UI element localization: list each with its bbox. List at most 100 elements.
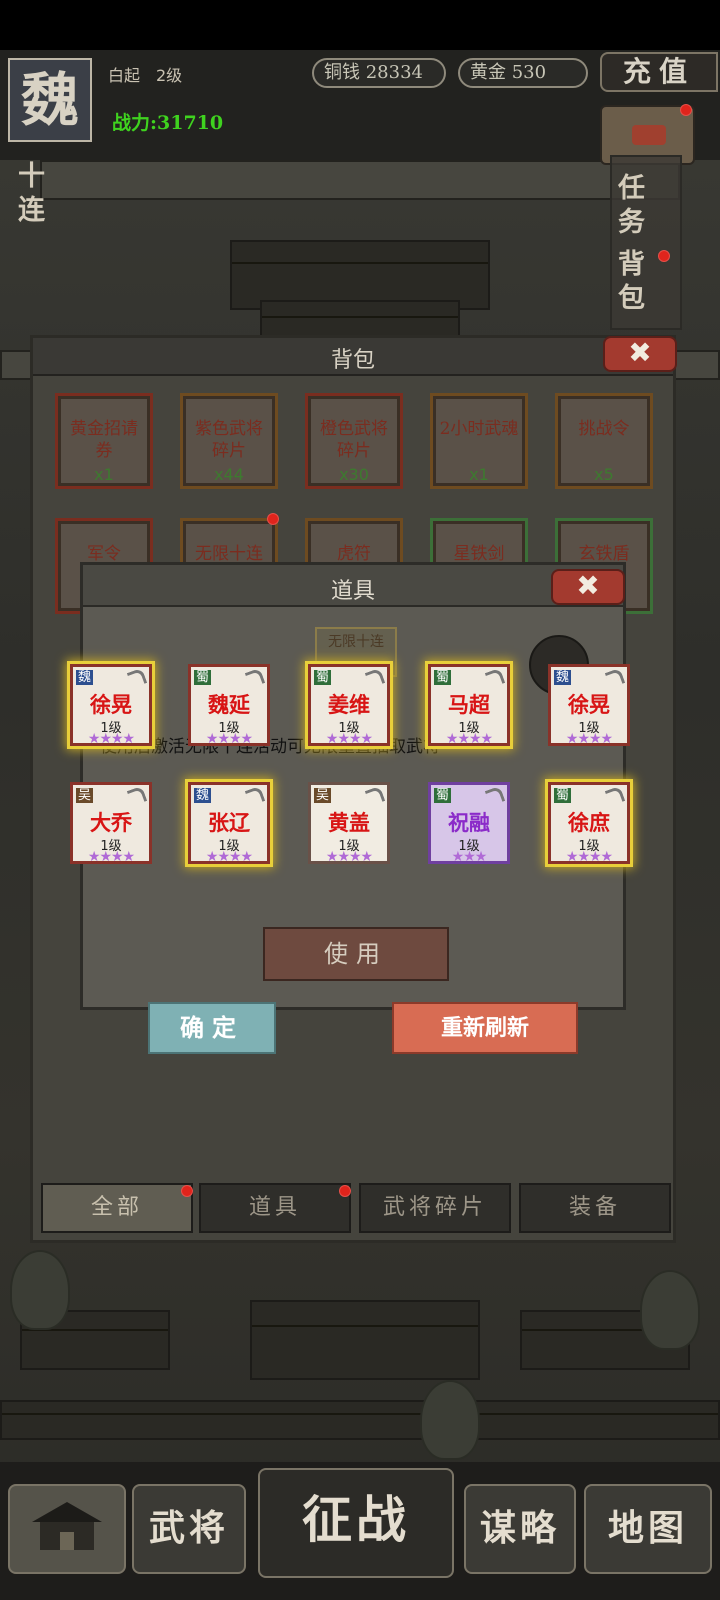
kingdom-badge[interactable]: 魏 bbox=[8, 58, 92, 142]
weapon-icon bbox=[604, 667, 626, 689]
weapon-icon bbox=[364, 785, 386, 807]
tab-equipment[interactable]: 装备 bbox=[519, 1183, 671, 1233]
star-rating: ★★★★ bbox=[325, 731, 373, 747]
tab-items[interactable]: 道具 bbox=[199, 1183, 351, 1233]
item-popup-close-button[interactable]: ✖ bbox=[551, 569, 625, 605]
notification-dot bbox=[658, 250, 670, 262]
item-count: x1 bbox=[94, 465, 114, 484]
nav-campaign-button[interactable]: 征战 bbox=[258, 1468, 454, 1578]
kingdom-tag: 蜀 bbox=[434, 670, 452, 685]
backpack-tabs: 全部 道具 武将碎片 装备 bbox=[41, 1183, 671, 1233]
general-card[interactable]: 吴大乔 1级 ★★★★ bbox=[70, 782, 152, 865]
kingdom-tag: 蜀 bbox=[314, 670, 332, 685]
notification-dot bbox=[680, 104, 692, 116]
combat-power: 战力:31710 bbox=[112, 112, 224, 134]
general-name: 徐晃 bbox=[568, 692, 610, 717]
nav-generals-button[interactable]: 武将 bbox=[132, 1484, 246, 1574]
star-rating: ★★★★ bbox=[565, 731, 613, 747]
status-bar bbox=[0, 0, 720, 50]
general-name: 张辽 bbox=[208, 810, 250, 835]
weapon-icon bbox=[484, 667, 506, 689]
star-rating: ★★★★ bbox=[325, 849, 373, 865]
weapon-icon bbox=[244, 667, 266, 689]
ten-pull-button[interactable]: 十连 bbox=[18, 160, 48, 228]
kingdom-tag: 魏 bbox=[194, 788, 212, 803]
notification-dot bbox=[181, 1185, 193, 1197]
item-popup-titlebar: 道具 bbox=[83, 565, 623, 607]
general-name: 祝融 bbox=[448, 810, 490, 835]
item-count: x44 bbox=[214, 465, 244, 484]
item-slot[interactable]: 黄金招请券 x1 bbox=[55, 393, 153, 489]
backpack-button[interactable]: 背包 bbox=[618, 248, 648, 316]
item-name: 黄金招请券 bbox=[70, 419, 138, 461]
nav-map-button[interactable]: 地图 bbox=[584, 1484, 712, 1574]
item-slot[interactable]: 紫色武将碎片 x44 bbox=[180, 393, 278, 489]
general-name: 魏延 bbox=[208, 692, 250, 717]
kingdom-tag: 吴 bbox=[76, 788, 94, 803]
backpack-titlebar: 背包 bbox=[33, 338, 673, 376]
tab-general-shards[interactable]: 武将碎片 bbox=[359, 1183, 511, 1233]
general-card[interactable]: 蜀祝融 1级 ★★★ bbox=[428, 782, 510, 865]
use-button[interactable]: 使用 bbox=[263, 927, 449, 981]
star-rating: ★★★★ bbox=[205, 849, 253, 865]
item-count: x1 bbox=[469, 465, 489, 484]
item-slot[interactable]: 2小时武魂 x1 bbox=[430, 393, 528, 489]
general-name: 大乔 bbox=[90, 810, 132, 835]
item-name: 橙色武将碎片 bbox=[320, 419, 388, 461]
item-preview-label: 无限十连 bbox=[328, 634, 384, 650]
backpack-close-button[interactable]: ✖ bbox=[603, 336, 677, 372]
gold-currency: 黄金 530 bbox=[458, 58, 588, 88]
star-rating: ★★★★ bbox=[205, 731, 253, 747]
star-rating: ★★★★ bbox=[87, 849, 135, 865]
item-name: 挑战令 bbox=[578, 419, 630, 439]
nav-strategy-button[interactable]: 谋略 bbox=[464, 1484, 576, 1574]
recharge-button[interactable]: 充值 bbox=[600, 52, 718, 92]
general-name: 姜维 bbox=[328, 692, 370, 717]
nav-city-button[interactable] bbox=[8, 1484, 126, 1574]
item-name: 2小时武魂 bbox=[439, 419, 519, 439]
player-level: 2级 bbox=[156, 66, 183, 85]
item-popup-title: 道具 bbox=[330, 579, 375, 604]
general-name: 黄盖 bbox=[328, 810, 370, 835]
kingdom-tag: 魏 bbox=[554, 670, 572, 685]
item-count: x30 bbox=[339, 465, 369, 484]
tasks-button[interactable]: 任务 bbox=[618, 172, 648, 240]
star-rating: ★★★★ bbox=[565, 849, 613, 865]
kingdom-tag: 魏 bbox=[76, 670, 94, 685]
item-count: x5 bbox=[594, 465, 614, 484]
refresh-button[interactable]: 重新刷新 bbox=[392, 1002, 578, 1054]
confirm-button[interactable]: 确定 bbox=[148, 1002, 276, 1054]
bottom-nav: 武将 征战 谋略 地图 bbox=[0, 1462, 720, 1600]
item-name: 紫色武将碎片 bbox=[195, 419, 263, 461]
notification-dot bbox=[339, 1185, 351, 1197]
star-rating: ★★★ bbox=[451, 849, 488, 865]
general-card[interactable]: 蜀马超 1级 ★★★★ bbox=[428, 664, 510, 747]
general-card[interactable]: 魏徐晃 1级 ★★★★ bbox=[548, 664, 630, 747]
kingdom-tag: 蜀 bbox=[434, 788, 452, 803]
general-card[interactable]: 蜀徐庶 1级 ★★★★ bbox=[548, 782, 630, 865]
weapon-icon bbox=[244, 785, 266, 807]
kingdom-tag: 蜀 bbox=[194, 670, 212, 685]
player-name: 白起 bbox=[108, 66, 141, 85]
copper-currency: 铜钱 28334 bbox=[312, 58, 446, 88]
weapon-icon bbox=[484, 785, 506, 807]
general-name: 马超 bbox=[448, 692, 490, 717]
general-name: 徐晃 bbox=[90, 692, 132, 717]
star-rating: ★★★★ bbox=[445, 731, 493, 747]
backpack-title: 背包 bbox=[330, 348, 375, 373]
general-card[interactable]: 吴黄盖 1级 ★★★★ bbox=[308, 782, 390, 865]
star-rating: ★★★★ bbox=[87, 731, 135, 747]
general-card[interactable]: 蜀姜维 1级 ★★★★ bbox=[308, 664, 390, 747]
item-slot[interactable]: 挑战令 x5 bbox=[555, 393, 653, 489]
general-card[interactable]: 魏张辽 1级 ★★★★ bbox=[188, 782, 270, 865]
general-card[interactable]: 魏徐晃 1级 ★★★★ bbox=[70, 664, 152, 747]
weapon-icon bbox=[126, 667, 148, 689]
weapon-icon bbox=[126, 785, 148, 807]
kingdom-tag: 吴 bbox=[314, 788, 332, 803]
weapon-icon bbox=[364, 667, 386, 689]
weapon-icon bbox=[604, 785, 626, 807]
kingdom-tag: 蜀 bbox=[554, 788, 572, 803]
item-slot[interactable]: 橙色武将碎片 x30 bbox=[305, 393, 403, 489]
tab-all[interactable]: 全部 bbox=[41, 1183, 193, 1233]
general-card[interactable]: 蜀魏延 1级 ★★★★ bbox=[188, 664, 270, 747]
